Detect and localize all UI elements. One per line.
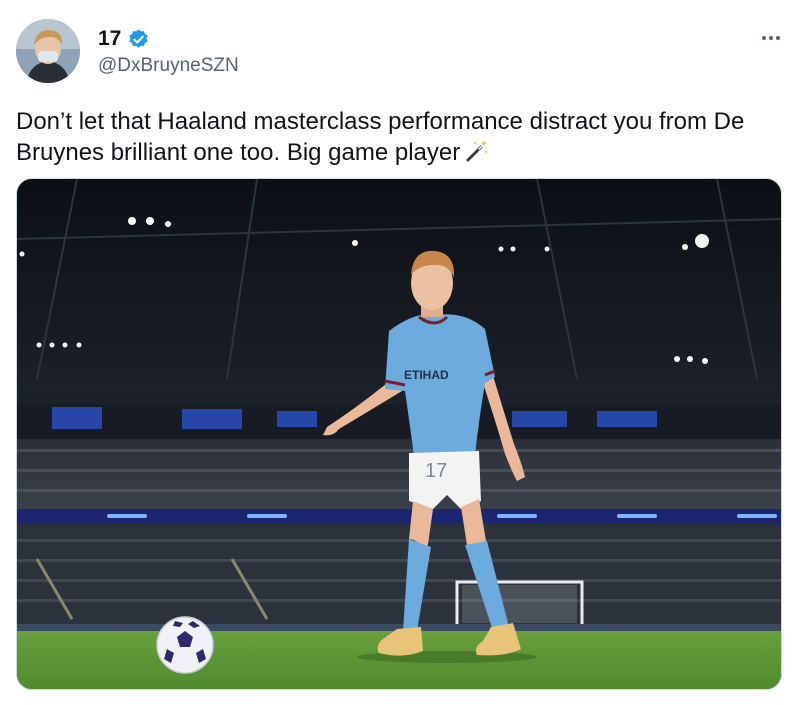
stadium-photo: ETIHAD 17: [17, 179, 781, 689]
shorts-number: 17: [425, 460, 447, 482]
tweet-text-container: Don’t let that Haaland masterclass perfo…: [16, 106, 786, 168]
football: [156, 616, 214, 674]
tweet-text: Don’t let that Haaland masterclass perfo…: [16, 108, 745, 166]
tweet-photo[interactable]: ETIHAD 17: [16, 178, 782, 690]
tweet-card: 17 @DxBruyneSZN Don’t let that Haaland m…: [0, 0, 800, 705]
author-name-row[interactable]: 17: [98, 26, 150, 52]
author-avatar[interactable]: [16, 19, 80, 83]
verified-badge-icon: [127, 28, 150, 51]
author-display-name[interactable]: 17: [98, 27, 121, 51]
author-handle[interactable]: @DxBruyneSZN: [98, 55, 239, 77]
more-options-icon[interactable]: [756, 28, 786, 48]
magic-wand-icon: [464, 138, 490, 164]
shirt-sponsor: ETIHAD: [404, 368, 449, 382]
